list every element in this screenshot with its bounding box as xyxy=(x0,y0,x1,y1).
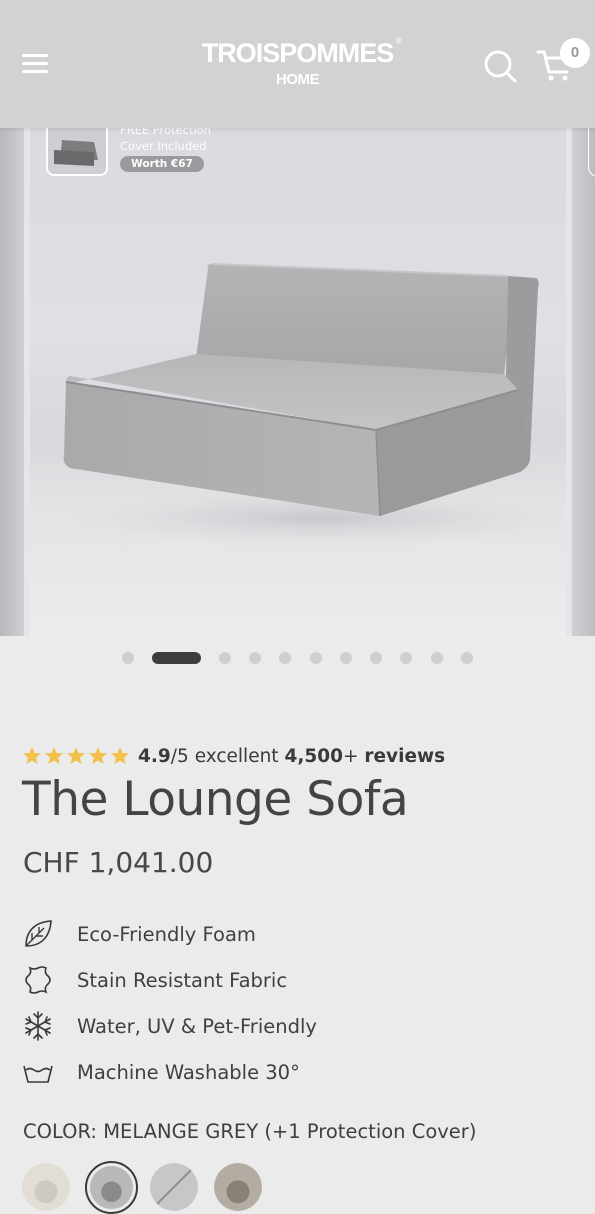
search-button[interactable] xyxy=(482,48,518,84)
reviews-label: reviews xyxy=(364,745,446,767)
color-value: MELANGE GREY (+1 Protection Cover) xyxy=(103,1120,477,1143)
snowflake-icon xyxy=(25,1011,51,1041)
leaf-icon xyxy=(25,920,52,947)
promo-line2: Cover Included xyxy=(120,139,207,153)
feature-label: Stain Resistant Fabric xyxy=(77,968,288,992)
swatch-fill xyxy=(214,1163,262,1211)
pagination-dot[interactable] xyxy=(400,652,412,664)
color-selection-label: COLOR: MELANGE GREY (+1 Protection Cover… xyxy=(23,1120,476,1143)
pagination-dot[interactable] xyxy=(279,652,291,664)
pagination-dot[interactable] xyxy=(122,652,134,664)
previous-slide-peek[interactable] xyxy=(0,128,24,636)
feature-item: Machine Washable 30° xyxy=(22,1052,482,1092)
registered-mark: ® xyxy=(395,36,403,46)
product-title: The Lounge Sofa xyxy=(22,772,409,827)
star-icon xyxy=(23,747,41,764)
swatch-melange-grey[interactable] xyxy=(85,1161,138,1214)
cart-count-badge: 0 xyxy=(560,38,590,68)
swatch-fill xyxy=(90,1166,133,1209)
review-count: 4,500 xyxy=(284,745,343,767)
pagination-dot[interactable] xyxy=(310,652,322,664)
pagination-dot[interactable] xyxy=(219,652,231,664)
promo-badge: Worth €67 xyxy=(120,156,204,172)
product-gallery[interactable]: FREE Protection Cover Included Worth €67 xyxy=(0,128,595,636)
rating-summary: 4.9/5 excellent 4,500+ reviews xyxy=(138,746,445,767)
star-icon xyxy=(89,747,107,764)
product-price: CHF 1,041.00 xyxy=(23,846,214,879)
swatch-fill xyxy=(22,1163,70,1211)
swatch-taupe[interactable] xyxy=(214,1163,262,1211)
wash-tub-icon xyxy=(23,1065,53,1083)
review-count-suffix: + xyxy=(342,745,359,767)
feature-label: Water, UV & Pet-Friendly xyxy=(77,1014,317,1038)
feature-item: Stain Resistant Fabric xyxy=(22,960,482,1000)
swatch-cream[interactable] xyxy=(22,1163,70,1211)
promo-thumbnail xyxy=(46,128,108,176)
feature-item: Water, UV & Pet-Friendly xyxy=(22,1006,482,1046)
promo-line1: FREE Protection xyxy=(120,128,211,137)
search-icon xyxy=(484,50,517,83)
next-slide-peek[interactable] xyxy=(572,128,595,636)
pagination-dot[interactable] xyxy=(370,652,382,664)
pagination-dot[interactable] xyxy=(461,652,473,664)
pagination-dot[interactable] xyxy=(340,652,352,664)
color-swatches xyxy=(22,1160,282,1214)
swatch-fill xyxy=(150,1163,198,1211)
star-icon xyxy=(45,747,63,764)
gallery-pagination xyxy=(0,652,595,664)
fabric-icon xyxy=(25,966,51,994)
sofa-image xyxy=(50,263,566,548)
star-rating xyxy=(22,746,130,766)
star-icon xyxy=(67,747,85,764)
product-image[interactable]: FREE Protection Cover Included Worth €67 xyxy=(30,128,566,636)
pagination-dot[interactable] xyxy=(431,652,443,664)
rating-scale: /5 xyxy=(170,745,189,767)
pagination-dot-active[interactable] xyxy=(152,652,201,664)
brand-name: TROISPOMMES xyxy=(201,38,395,68)
promo-text: FREE Protection Cover Included xyxy=(120,128,211,154)
color-label: COLOR: xyxy=(23,1120,98,1143)
pagination-dot[interactable] xyxy=(249,652,261,664)
feature-item: Eco-Friendly Foam xyxy=(22,914,482,954)
rating-word: excellent xyxy=(194,745,279,767)
feature-label: Eco-Friendly Foam xyxy=(77,922,256,946)
sofa-thumb-icon xyxy=(54,140,98,166)
rating-score: 4.9 xyxy=(138,745,171,767)
site-header: TROISPOMMES ® HOME 0 xyxy=(0,0,595,128)
swatch-light-grey[interactable] xyxy=(150,1163,198,1211)
product-rating[interactable]: 4.9/5 excellent 4,500+ reviews xyxy=(22,744,445,768)
star-icon xyxy=(111,747,129,764)
feature-label: Machine Washable 30° xyxy=(77,1060,300,1084)
